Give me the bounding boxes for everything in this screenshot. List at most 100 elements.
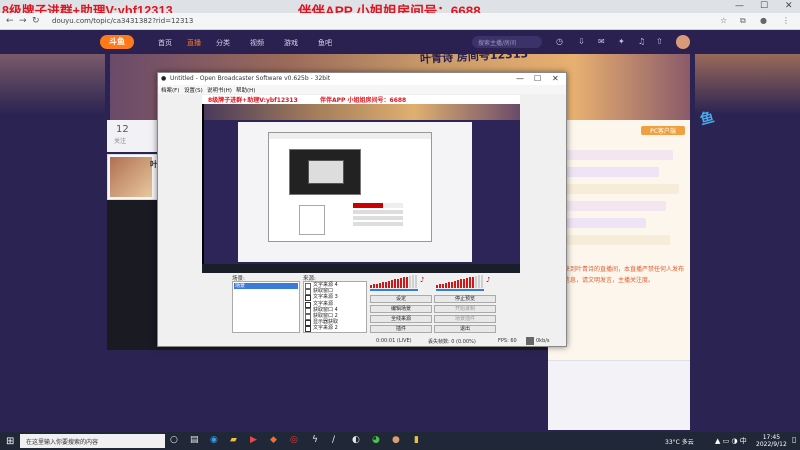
obs-minimize-icon[interactable]: — [516,74,524,83]
upload-icon[interactable]: ⇧ [656,37,663,46]
plugins-button[interactable]: 插件 [370,325,432,333]
site-logo[interactable]: 斗鱼 [100,35,134,49]
meter-segment [466,278,469,288]
stop-preview-button[interactable]: 停止预览 [434,295,496,303]
stream-time: 0:00:01 (LIVE) [376,338,412,344]
gift-icon[interactable]: ✦ [618,37,625,46]
user-avatar[interactable] [676,35,690,49]
maximize-icon[interactable]: ☐ [760,1,768,11]
meter-segment [439,284,442,288]
obs-menu-manual[interactable]: 说明书(H) [207,86,232,94]
reload-icon[interactable]: ↻ [32,16,40,26]
task-view-icon[interactable]: ○ [170,435,178,445]
meter-segment [481,274,484,288]
menu-icon[interactable]: ⋮ [782,16,790,25]
meter-segment [460,279,463,288]
chat-message [552,184,680,194]
meter-segment [379,282,382,288]
meter-segment [454,280,457,288]
meter-segment [475,275,478,288]
tray-icons[interactable]: ▲ ▭ ◑ 中 [715,436,747,446]
scene-plugin-button[interactable]: 场景插件 [434,315,496,323]
star-icon[interactable]: ☆ [720,16,727,25]
nested-button [353,216,403,220]
app-icon-yellow[interactable]: ▮ [414,435,419,445]
meter-segment [376,283,379,288]
forward-icon[interactable]: → [19,16,27,26]
windows-start-icon[interactable]: ⊞ [6,436,14,447]
bitrate-readout: 0kb/s [536,338,550,344]
start-recording-button[interactable]: 开始录制 [434,305,496,313]
source-item[interactable]: 文字来源 2 [304,325,366,333]
nav-game[interactable]: 游戏 [284,38,298,48]
back-icon[interactable]: ← [6,16,14,26]
obs-menu-settings[interactable]: 设置(S) [184,86,203,94]
netease-icon[interactable]: ◎ [290,435,298,445]
settings-button[interactable]: 设定 [370,295,432,303]
mic-icon[interactable]: ♪ [486,276,490,284]
meter-segment [451,281,454,288]
preview-overlay-left: 8级牌子进群+助理V:ybf12313 [208,97,298,104]
widgets-icon[interactable]: ▤ [190,435,199,445]
preview-banner [204,104,520,120]
follow-label: 关注 [114,138,127,145]
minimize-icon[interactable]: — [735,1,744,11]
exit-button[interactable]: 退出 [434,325,496,333]
app-icon-slash[interactable]: ∕ [332,435,335,445]
message-icon[interactable]: ✉ [598,37,605,46]
app-icon-red[interactable]: ▶ [250,435,257,445]
meter-segment [436,285,439,288]
clock[interactable]: 17:45 2022/9/12 [756,434,787,448]
scenes-list[interactable]: 场景 [232,281,300,333]
app-icon-orange[interactable]: ◆ [270,435,277,445]
taskbar-search-input[interactable]: 在这里输入你要搜索的内容 [20,434,165,448]
notification-icon[interactable]: ♫ [638,37,645,46]
desktop-audio-meter [370,274,418,288]
weather-widget[interactable]: 33°C 多云 [665,437,694,446]
meter-segment [412,275,415,288]
url-field[interactable]: douyu.com/topic/ca3431382?rid=12313 [52,17,193,25]
close-icon[interactable]: ✕ [785,1,793,11]
meter-segment [442,283,445,288]
obs-maximize-icon[interactable]: ☐ [534,74,541,83]
fullscreen-source-button[interactable]: 全线来源 [370,315,432,323]
notification-center-icon[interactable]: ▯ [792,435,796,444]
chat-input-area[interactable] [548,360,690,430]
background-art-right [695,54,800,114]
sources-list[interactable]: 文字来源 4 获取窗口 文字来源 3 文字来源 获取窗口 4 获取窗口 2 显示… [303,281,367,333]
meter-segment [397,278,400,288]
nav-home[interactable]: 首页 [158,38,172,48]
scene-item[interactable]: 场景 [234,283,298,289]
nested-button [353,222,403,226]
pc-client-button[interactable]: PC客户端 [641,126,685,135]
history-icon[interactable]: ◷ [556,37,563,46]
chat-message [552,235,670,245]
meter-segment [373,284,376,288]
preview-screen-capture [204,104,520,264]
obs-close-icon[interactable]: ✕ [552,74,559,83]
chrome-icon[interactable]: ◕ [372,435,380,445]
nav-live[interactable]: 直播 [187,38,201,48]
obs-menu-file[interactable]: 档案(F) [161,86,179,94]
host-thumbnail[interactable] [110,157,152,197]
edge-icon[interactable]: ◉ [210,435,218,445]
edit-scene-button[interactable]: 编辑场景 [370,305,432,313]
extensions-icon[interactable]: ⧉ [740,16,746,26]
obs-menu-help[interactable]: 帮助(H) [236,86,255,94]
profile-icon[interactable]: ● [760,16,767,25]
explorer-icon[interactable]: ▰ [230,435,237,445]
mic-volume-slider[interactable] [436,289,484,291]
speaker-icon[interactable]: ♪ [420,276,424,284]
meter-segment [388,280,391,288]
obs-preview[interactable]: 8级牌子进群+助理V:ybf12313 伴伴APP 小姐姐房间号：6688 [202,95,520,273]
meter-segment [463,278,466,288]
obs-taskbar-icon[interactable]: ◐ [352,435,360,445]
desktop-volume-slider[interactable] [370,289,418,291]
avatar-app-icon[interactable]: ● [392,435,400,445]
nav-fishbar[interactable]: 鱼吧 [318,38,332,48]
nav-category[interactable]: 分类 [216,38,230,48]
app-icon-bolt[interactable]: ϟ [312,435,318,445]
nav-video[interactable]: 视频 [250,38,264,48]
follow-count: 12 [116,124,129,135]
download-icon[interactable]: ⇩ [578,37,585,46]
